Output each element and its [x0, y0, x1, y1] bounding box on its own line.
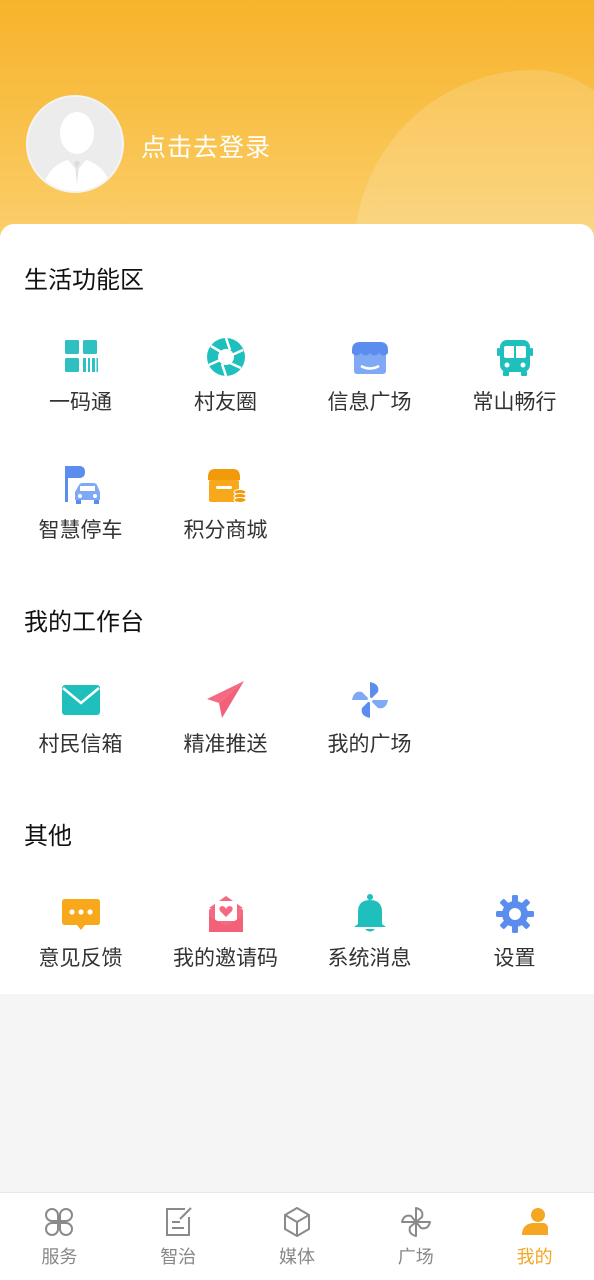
menu-item-label: 一码通: [49, 390, 112, 414]
media-cube-icon: [283, 1207, 310, 1237]
tab-square[interactable]: 广场: [356, 1193, 475, 1280]
tab-label: 我的: [516, 1247, 553, 1268]
invitation-icon: [208, 896, 243, 932]
menu-item-system-messages[interactable]: 系统消息: [297, 892, 442, 972]
tab-label: 媒体: [278, 1247, 315, 1268]
tab-label: 服务: [41, 1247, 78, 1268]
menu-item-label: 我的邀请码: [173, 946, 278, 970]
aperture-icon: [206, 337, 245, 377]
profile-icon: [521, 1208, 548, 1235]
header-wave-decoration: [354, 70, 594, 250]
section-title-other: 其他: [24, 822, 72, 850]
menu-item-label: 设置: [493, 946, 536, 970]
qrcode-icon: [64, 340, 98, 372]
section-title-life: 生活功能区: [24, 266, 144, 294]
menu-item-label: 我的广场: [327, 732, 412, 756]
pinwheel-icon: [351, 682, 388, 718]
tab-label: 广场: [397, 1247, 434, 1268]
pinwheel-icon: [400, 1207, 431, 1237]
paper-plane-icon: [206, 681, 244, 718]
menu-item-villager-mailbox[interactable]: 村民信箱: [8, 678, 153, 758]
menu-item-precise-push[interactable]: 精准推送: [153, 678, 298, 758]
bell-icon: [353, 894, 386, 932]
tab-media[interactable]: 媒体: [238, 1193, 357, 1280]
mail-icon: [61, 685, 100, 715]
menu-item-label: 意见反馈: [38, 946, 123, 970]
menu-item-label: 村民信箱: [38, 732, 123, 756]
tab-services[interactable]: 服务: [0, 1193, 119, 1280]
tab-label: 智治: [160, 1247, 197, 1268]
menu-item-smart-parking[interactable]: 智慧停车: [8, 464, 153, 544]
feedback-icon: [61, 899, 100, 930]
menu-item-label: 常山畅行: [472, 390, 557, 414]
menu-item-info-square[interactable]: 信息广场: [297, 336, 442, 416]
tab-mine[interactable]: 我的: [475, 1193, 594, 1280]
services-icon: [45, 1208, 74, 1236]
menu-item-label: 系统消息: [327, 946, 412, 970]
menu-item-village-circle[interactable]: 村友圈: [153, 336, 298, 416]
parking-car-icon: [64, 466, 100, 504]
menu-item-points-mall[interactable]: 积分商城: [153, 464, 298, 544]
menu-item-my-square[interactable]: 我的广场: [297, 678, 442, 758]
menu-item-one-code[interactable]: 一码通: [8, 336, 153, 416]
menu-item-label: 精准推送: [183, 732, 268, 756]
menu-card: 生活功能区 一码通 村友圈 信息广场 常山畅行 智慧停车 积分商城 我的工作台 …: [0, 224, 594, 994]
tab-governance[interactable]: 智治: [119, 1193, 238, 1280]
profile-header: 点击去登录: [0, 0, 594, 250]
menu-item-label: 村友圈: [194, 390, 257, 414]
default-user-icon: [28, 97, 122, 191]
menu-item-feedback[interactable]: 意见反馈: [8, 892, 153, 972]
menu-item-label: 智慧停车: [38, 518, 123, 542]
governance-icon: [166, 1207, 192, 1236]
menu-item-settings[interactable]: 设置: [442, 892, 587, 972]
menu-item-label: 积分商城: [183, 518, 268, 542]
section-title-workbench: 我的工作台: [24, 608, 144, 636]
menu-item-invitation-code[interactable]: 我的邀请码: [153, 892, 298, 972]
avatar[interactable]: [26, 95, 124, 193]
login-link[interactable]: 点击去登录: [141, 128, 271, 164]
bus-icon: [496, 340, 533, 376]
gear-icon: [495, 895, 534, 933]
menu-item-changshan-travel[interactable]: 常山畅行: [442, 336, 587, 416]
storefront-icon: [351, 342, 388, 374]
bottom-tab-bar: 服务 智治 媒体 广场 我的: [0, 1192, 594, 1280]
menu-item-label: 信息广场: [327, 390, 412, 414]
points-shop-icon: [207, 469, 246, 503]
